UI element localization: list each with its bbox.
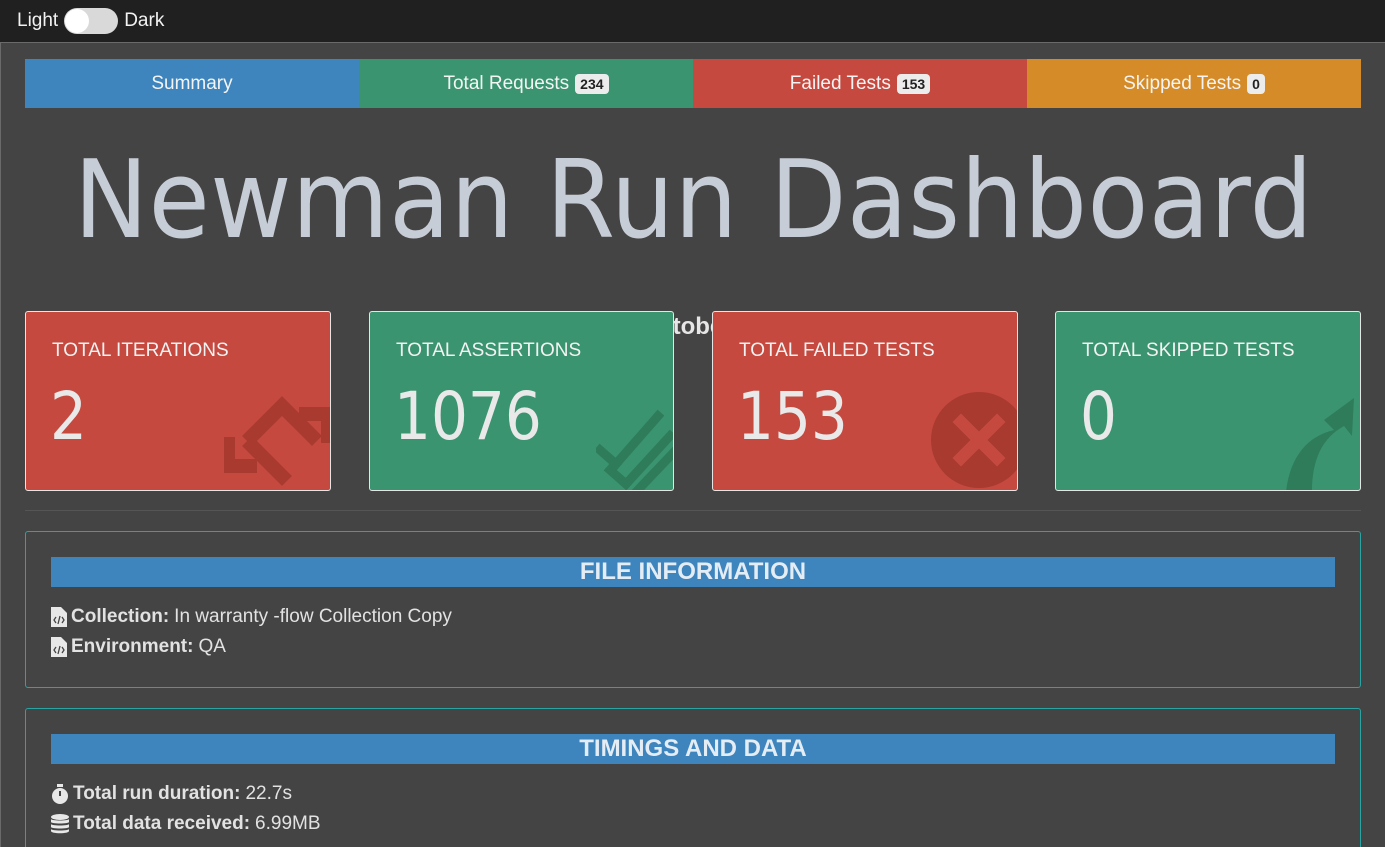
environment-row: Environment: QA (51, 636, 226, 658)
card-value: 153 (737, 378, 848, 455)
tab-failed-tests[interactable]: Failed Tests 153 (693, 59, 1027, 108)
card-label: TOTAL ITERATIONS (52, 340, 229, 361)
duration-value: 22.7s (245, 783, 292, 804)
card-value: 1076 (394, 378, 542, 455)
theme-toggle[interactable] (64, 8, 119, 34)
dashboard-page: Summary Total Requests 234 Failed Tests … (0, 42, 1385, 847)
tab-failed-tests-label: Failed Tests (789, 72, 891, 94)
database-icon (51, 814, 69, 834)
theme-switcher-bar: Light Dark (0, 0, 1385, 42)
toggle-knob (65, 9, 90, 33)
card-total-failed-tests: TOTAL FAILED TESTS 153 (712, 311, 1018, 491)
timings-heading: TIMINGS AND DATA (51, 734, 1335, 764)
card-value: 2 (50, 378, 87, 455)
skipped-tests-badge: 0 (1247, 73, 1265, 94)
light-label: Light (17, 10, 59, 31)
file-information-heading: FILE INFORMATION (51, 557, 1335, 587)
card-value: 0 (1080, 378, 1117, 455)
total-requests-badge: 234 (575, 73, 609, 94)
tab-summary[interactable]: Summary (25, 59, 359, 108)
retweet-icon (224, 396, 330, 486)
collection-label: Collection: (71, 606, 170, 627)
section-divider (25, 510, 1361, 511)
card-total-iterations: TOTAL ITERATIONS 2 (25, 311, 331, 491)
page-title: Newman Run Dashboard (73, 138, 1314, 263)
timings-panel: TIMINGS AND DATA Total run duration: 22.… (25, 708, 1361, 847)
environment-value: QA (198, 636, 226, 657)
failed-tests-badge: 153 (896, 73, 931, 94)
collection-row: Collection: In warranty -flow Collection… (51, 606, 452, 628)
file-code-icon (51, 607, 67, 627)
dark-label: Dark (124, 10, 165, 31)
card-total-assertions: TOTAL ASSERTIONS 1076 (369, 311, 674, 491)
data-received-value: 6.99MB (255, 813, 321, 834)
environment-label: Environment: (71, 636, 194, 657)
card-total-skipped-tests: TOTAL SKIPPED TESTS 0 (1055, 311, 1361, 491)
file-code-icon (51, 637, 67, 657)
card-label: TOTAL ASSERTIONS (396, 340, 582, 361)
data-received-label: Total data received: (73, 813, 251, 834)
card-label: TOTAL SKIPPED TESTS (1082, 340, 1295, 361)
data-received-row: Total data received: 6.99MB (51, 813, 321, 835)
duration-row: Total run duration: 22.7s (51, 783, 292, 805)
tab-total-requests-label: Total Requests (443, 72, 570, 94)
duration-label: Total run duration: (73, 783, 241, 804)
tab-summary-label: Summary (151, 72, 233, 94)
tab-total-requests[interactable]: Total Requests 234 (359, 59, 693, 108)
close-circle-icon (931, 392, 1017, 488)
check-list-icon (596, 409, 673, 490)
tab-skipped-tests-label: Skipped Tests (1123, 72, 1242, 94)
file-information-panel: FILE INFORMATION Collection: In warranty… (25, 531, 1361, 688)
card-label: TOTAL FAILED TESTS (739, 340, 935, 361)
stopwatch-icon (52, 784, 68, 804)
share-arrow-icon (1286, 398, 1354, 490)
tab-skipped-tests[interactable]: Skipped Tests 0 (1027, 59, 1361, 108)
nav-tabs: Summary Total Requests 234 Failed Tests … (25, 59, 1361, 108)
collection-value: In warranty -flow Collection Copy (174, 606, 452, 627)
